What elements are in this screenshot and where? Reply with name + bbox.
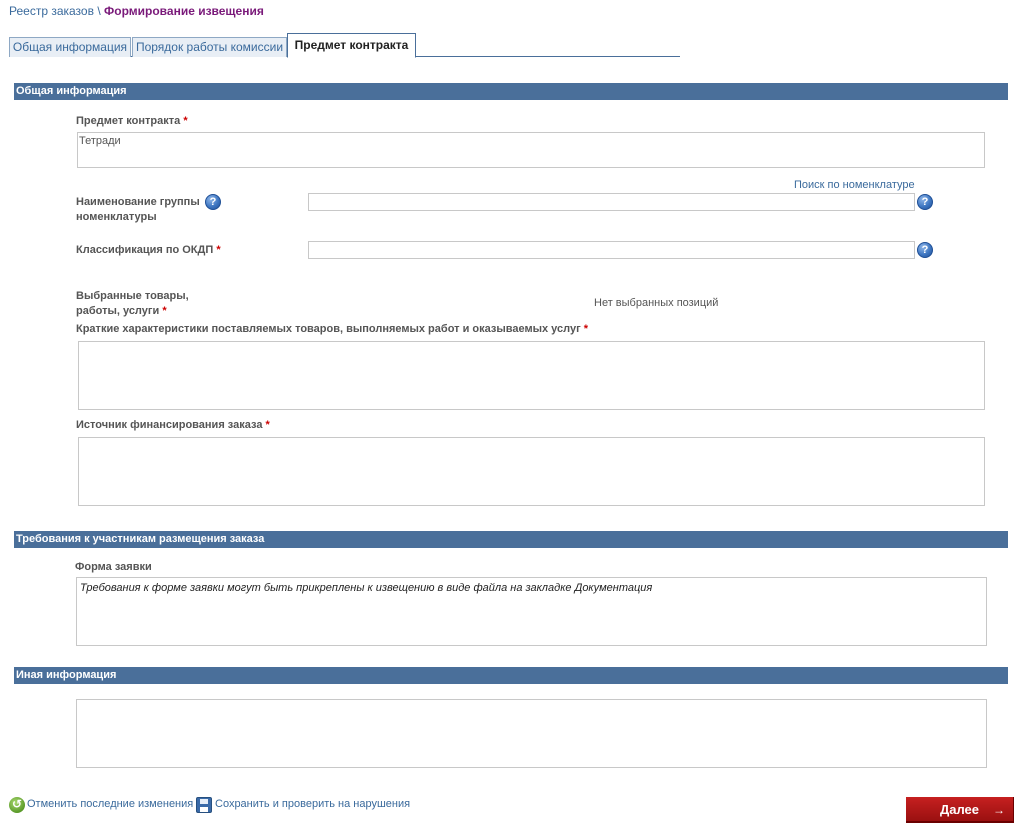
required-mark: *: [162, 305, 167, 317]
okdp-input[interactable]: [308, 241, 915, 259]
breadcrumb: Реестр заказов \ Формирование извещения: [9, 4, 264, 18]
no-selected-items-text: Нет выбранных позиций: [594, 297, 719, 309]
characteristics-label: Краткие характеристики поставляемых това…: [76, 322, 588, 336]
application-form-label: Форма заявки: [75, 561, 152, 573]
section-other-title: Иная информация: [14, 667, 1008, 684]
breadcrumb-root-link[interactable]: Реестр заказов: [9, 4, 94, 18]
nomenclature-search-link[interactable]: Поиск по номенклатуре: [794, 179, 915, 191]
group-label-line2: номенклатуры: [76, 211, 157, 223]
okdp-help-icon[interactable]: ?: [917, 242, 933, 258]
subject-textarea[interactable]: Тетради: [77, 132, 985, 168]
undo-icon[interactable]: ↺: [9, 797, 25, 813]
subject-label: Предмет контракта *: [76, 114, 188, 128]
financing-label: Источник финансирования заказа *: [76, 418, 270, 432]
subject-label-text: Предмет контракта: [76, 115, 181, 127]
required-mark: *: [265, 419, 270, 431]
selected-label-line1: Выбранные товары,: [76, 290, 189, 302]
next-button[interactable]: Далее →: [906, 797, 1014, 823]
financing-textarea[interactable]: [78, 437, 985, 506]
selected-items-label: Выбранные товары, работы, услуги *: [76, 289, 236, 318]
tab-commission-procedure[interactable]: Порядок работы комиссии: [132, 37, 287, 57]
next-button-label: Далее: [939, 802, 980, 817]
group-field-help-icon[interactable]: ?: [917, 194, 933, 210]
undo-changes-link[interactable]: Отменить последние изменения: [27, 798, 193, 810]
tab-bar: Общая информация Порядок работы комиссии…: [9, 33, 680, 58]
next-arrow-icon: →: [993, 803, 1005, 817]
financing-label-text: Источник финансирования заказа: [76, 419, 263, 431]
group-label-line1: Наименование группы: [76, 196, 200, 208]
group-label: Наименование группы номенклатуры: [76, 195, 216, 224]
application-form-textarea[interactable]: Требования к форме заявки могут быть при…: [76, 577, 987, 646]
section-general-title: Общая информация: [14, 83, 1008, 100]
group-help-icon[interactable]: ?: [205, 194, 221, 210]
breadcrumb-separator: \: [97, 4, 101, 18]
section-requirements-title: Требования к участникам размещения заказ…: [14, 531, 1008, 548]
tab-contract-subject[interactable]: Предмет контракта: [287, 33, 416, 58]
required-mark: *: [183, 115, 188, 127]
tab-general-info[interactable]: Общая информация: [9, 37, 131, 57]
required-mark: *: [583, 323, 588, 335]
okdp-label: Классификация по ОКДП *: [76, 243, 221, 257]
selected-label-line2: работы, услуги: [76, 305, 160, 317]
selected-label-line2-wrap: работы, услуги *: [76, 304, 236, 318]
save-icon[interactable]: [196, 797, 212, 813]
group-input[interactable]: [308, 193, 915, 211]
okdp-label-text: Классификация по ОКДП: [76, 244, 214, 256]
characteristics-textarea[interactable]: [78, 341, 985, 410]
required-mark: *: [216, 244, 221, 256]
save-and-check-link[interactable]: Сохранить и проверить на нарушения: [215, 798, 410, 810]
other-info-textarea[interactable]: [76, 699, 987, 768]
characteristics-label-text: Краткие характеристики поставляемых това…: [76, 323, 581, 335]
breadcrumb-current: Формирование извещения: [104, 4, 264, 18]
